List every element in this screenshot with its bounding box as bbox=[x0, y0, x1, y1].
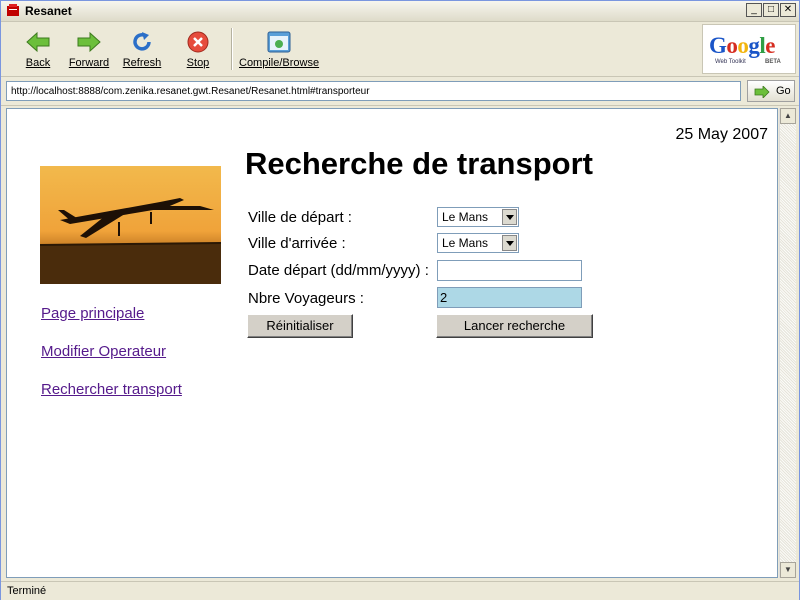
back-button[interactable]: Back bbox=[13, 30, 63, 69]
minimize-button[interactable]: _ bbox=[746, 3, 762, 17]
window-controls: _ □ ✕ bbox=[746, 3, 796, 17]
travelers-input[interactable] bbox=[437, 287, 582, 308]
refresh-label: Refresh bbox=[122, 57, 162, 69]
arrival-select[interactable]: Le Mans bbox=[437, 233, 519, 253]
scroll-track[interactable] bbox=[780, 124, 796, 562]
arrival-value: Le Mans bbox=[442, 236, 489, 250]
title-bar: Resanet _ □ ✕ bbox=[1, 1, 799, 22]
vertical-scrollbar[interactable]: ▲ ▼ bbox=[779, 108, 796, 578]
close-button[interactable]: ✕ bbox=[780, 3, 796, 17]
go-arrow-icon bbox=[754, 86, 770, 98]
stop-label: Stop bbox=[186, 57, 210, 69]
browser-window: Resanet _ □ ✕ Back Forward Refresh Stop … bbox=[0, 0, 800, 600]
date-input[interactable] bbox=[437, 260, 582, 281]
page-title: Recherche de transport bbox=[245, 146, 593, 181]
forward-label: Forward bbox=[68, 57, 110, 69]
go-button[interactable]: Go bbox=[747, 80, 795, 102]
address-bar: Go bbox=[1, 77, 799, 106]
forward-button[interactable]: Forward bbox=[64, 30, 114, 69]
airplane-image bbox=[40, 166, 221, 284]
departure-value: Le Mans bbox=[442, 210, 489, 224]
google-logo-text: Google bbox=[709, 33, 775, 58]
forward-arrow-icon bbox=[77, 31, 101, 53]
status-bar: Terminé bbox=[1, 581, 799, 600]
window-title: Resanet bbox=[25, 4, 72, 18]
navigation-links: Page principale Modifier Operateur Reche… bbox=[41, 304, 182, 418]
scroll-up-arrow-icon[interactable]: ▲ bbox=[780, 108, 796, 124]
date-label: Date départ (dd/mm/yyyy) : bbox=[248, 262, 429, 279]
link-rechercher-transport[interactable]: Rechercher transport bbox=[41, 380, 182, 399]
gwt-logo: Google Web Toolkit BETA bbox=[702, 24, 796, 74]
page-content: 25 May 2007 Page principale Modifier Ope… bbox=[6, 108, 778, 578]
back-label: Back bbox=[25, 57, 51, 69]
stop-icon bbox=[187, 31, 209, 53]
link-modifier-operateur[interactable]: Modifier Operateur bbox=[41, 342, 182, 361]
go-label: Go bbox=[776, 85, 791, 97]
search-button[interactable]: Lancer recherche bbox=[436, 314, 593, 338]
departure-label: Ville de départ : bbox=[248, 209, 352, 226]
toolbar: Back Forward Refresh Stop Compile/Browse… bbox=[1, 22, 799, 77]
chevron-down-icon[interactable] bbox=[502, 235, 517, 251]
status-text: Terminé bbox=[7, 585, 47, 597]
refresh-icon bbox=[133, 32, 151, 51]
arrival-label: Ville d'arrivée : bbox=[248, 235, 346, 252]
link-page-principale[interactable]: Page principale bbox=[41, 304, 182, 323]
logo-subtitle: Web Toolkit bbox=[715, 59, 746, 65]
maximize-button[interactable]: □ bbox=[763, 3, 779, 17]
compile-browse-icon bbox=[267, 31, 291, 53]
travelers-label: Nbre Voyageurs : bbox=[248, 290, 364, 307]
compile-browse-label: Compile/Browse bbox=[239, 57, 320, 69]
stop-button[interactable]: Stop bbox=[173, 30, 223, 69]
back-arrow-icon bbox=[26, 31, 50, 53]
compile-browse-button[interactable]: Compile/Browse bbox=[239, 30, 319, 69]
departure-select[interactable]: Le Mans bbox=[437, 207, 519, 227]
refresh-button[interactable]: Refresh bbox=[117, 30, 167, 69]
scroll-down-arrow-icon[interactable]: ▼ bbox=[780, 562, 796, 578]
current-date: 25 May 2007 bbox=[675, 126, 768, 143]
chevron-down-icon[interactable] bbox=[502, 209, 517, 225]
reset-button[interactable]: Réinitialiser bbox=[247, 314, 353, 338]
url-input[interactable] bbox=[6, 81, 741, 101]
toolbar-separator bbox=[231, 28, 233, 70]
logo-beta-badge: BETA bbox=[765, 59, 781, 65]
app-icon bbox=[7, 4, 19, 16]
